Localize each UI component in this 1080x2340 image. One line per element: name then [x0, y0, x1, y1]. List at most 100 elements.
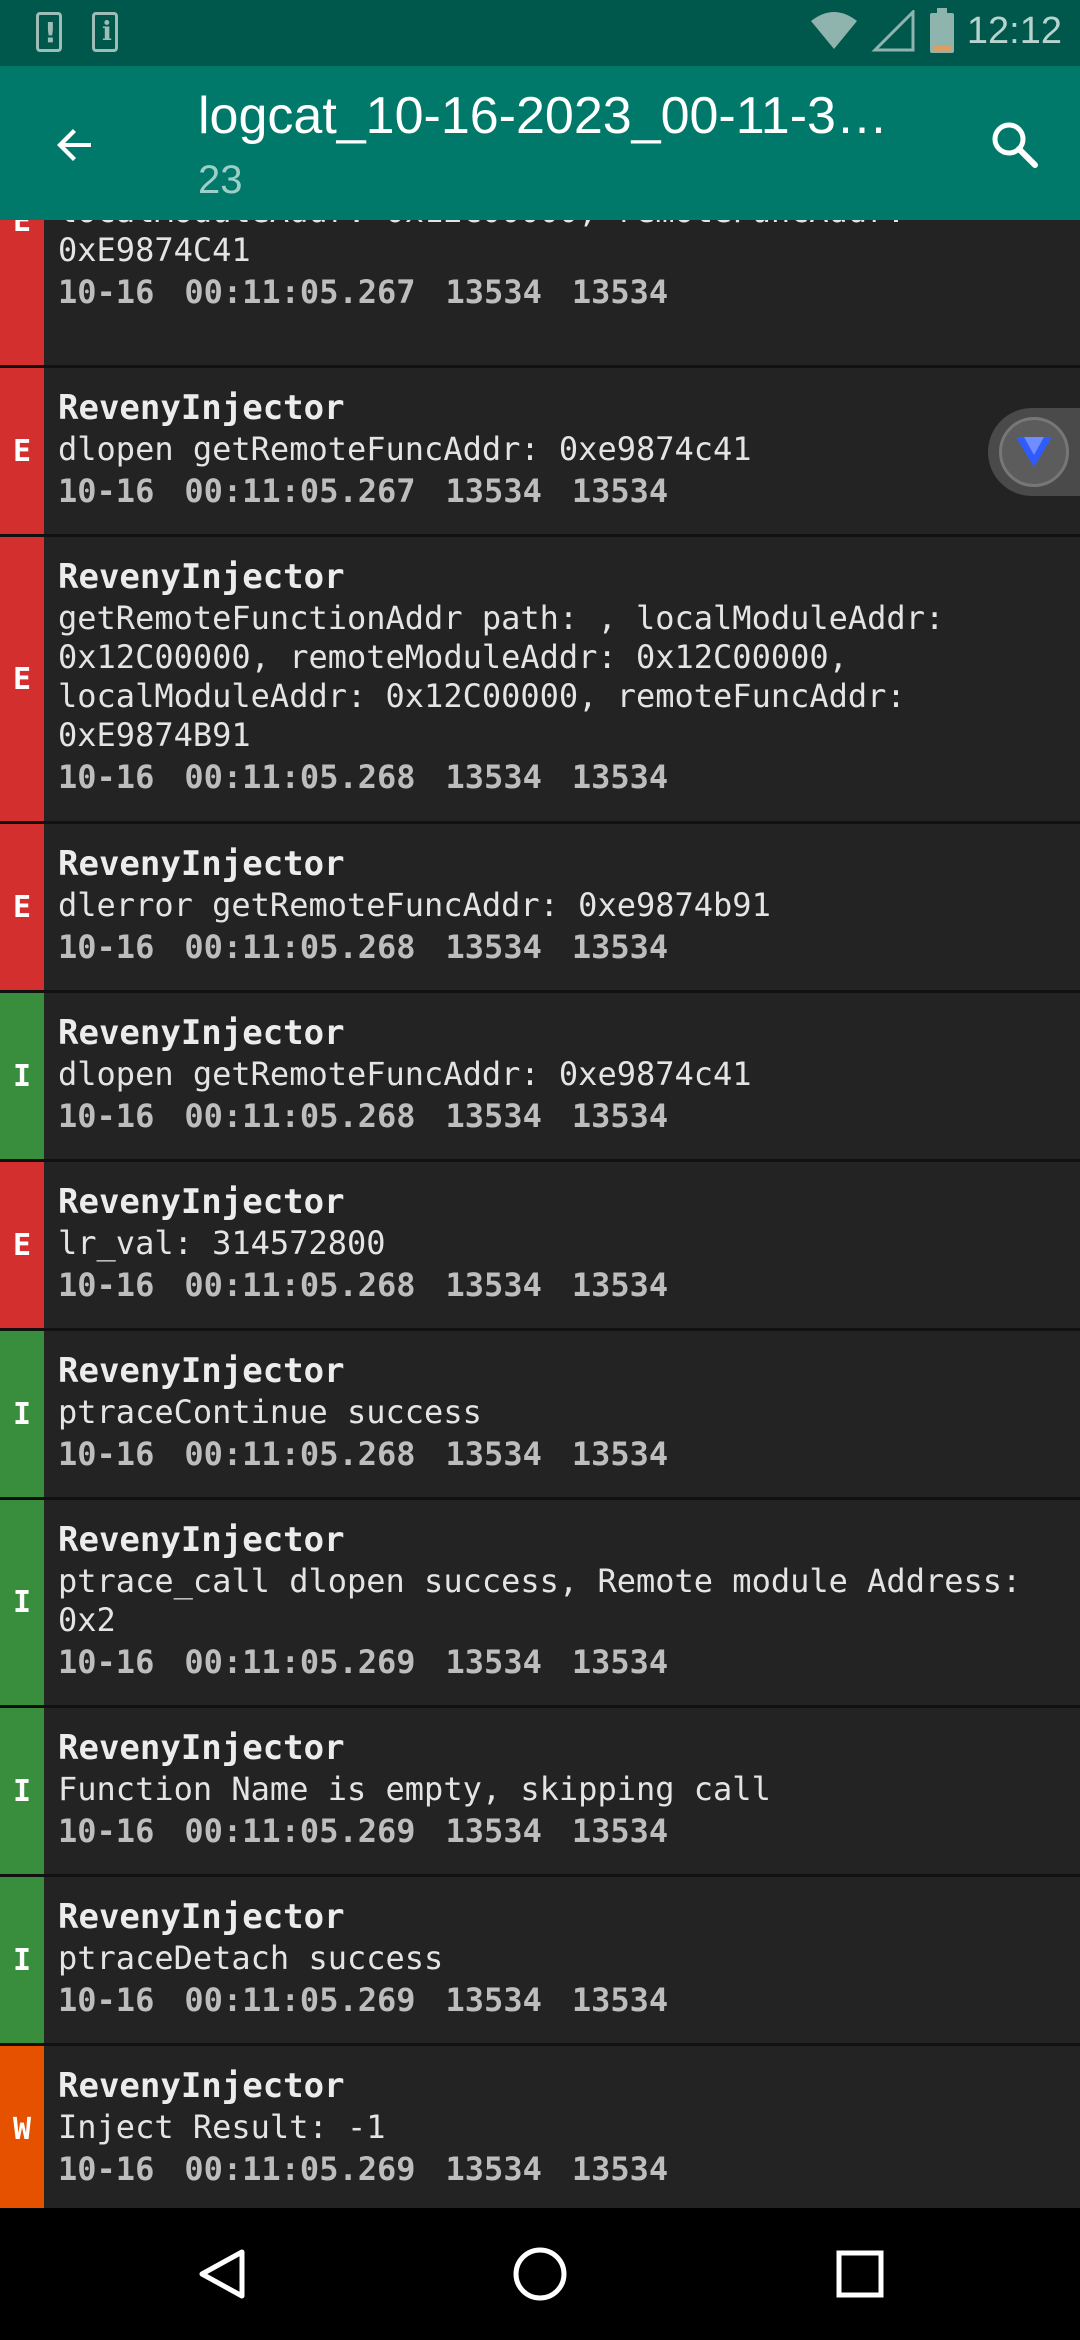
- log-time: 00:11:05.267: [184, 472, 416, 510]
- log-tag: RevenyInjector: [58, 2066, 345, 2106]
- log-entry[interactable]: E RevenyInjector lr_val: 314572800 10-16 00:…: [0, 1162, 1080, 1331]
- log-time: 00:11:05.269: [184, 1981, 416, 2019]
- log-date: 10-16: [58, 1435, 155, 1473]
- page-title: logcat_10-16-2023_00-11-3…: [198, 87, 888, 145]
- log-level-badge: E: [0, 824, 44, 990]
- log-message: ptraceDetach success: [58, 1939, 444, 1977]
- log-entry[interactable]: I RevenyInjector dlopen getRemoteFuncAddr:…: [0, 993, 1080, 1162]
- log-date: 10-16: [58, 1643, 155, 1681]
- log-entry-body: RevenyInjector lr_val: 314572800 10-16 00:1…: [58, 1180, 1060, 1307]
- log-tag: RevenyInjector: [58, 1182, 345, 1222]
- log-time: 00:11:05.269: [184, 1643, 416, 1681]
- log-time: 00:11:05.268: [184, 1266, 416, 1304]
- log-message: dlopen getRemoteFuncAddr: 0xe9874c41: [58, 1055, 752, 1093]
- log-entry[interactable]: I RevenyInjector Function Name is empty, s…: [0, 1708, 1080, 1877]
- status-bar: 12:12: [0, 0, 1080, 66]
- log-level-badge: W: [0, 2046, 44, 2208]
- log-date: 10-16: [58, 273, 155, 311]
- log-pid: 13534: [445, 1643, 542, 1681]
- log-meta: 10-16 00:11:05.268 13534 13534: [58, 755, 1060, 799]
- log-level-badge: E: [0, 1162, 44, 1328]
- log-meta: 10-16 00:11:05.269 13534 13534: [58, 2147, 1060, 2191]
- log-message: dlopen getRemoteFuncAddr: 0xe9874c41: [58, 430, 752, 468]
- log-date: 10-16: [58, 1097, 155, 1135]
- log-entry-body: RevenyInjector ptraceDetach success 10-16 0…: [58, 1895, 1060, 2022]
- log-tid: 13534: [571, 928, 669, 966]
- log-tid: 13534: [571, 1643, 669, 1681]
- status-time: 12:12: [966, 9, 1062, 52]
- log-entry[interactable]: W RevenyInjector Inject Result: -1 10-16 00:…: [0, 2046, 1080, 2208]
- log-entry-body: localModuleAddr: 0x12C00000, remoteFuncA…: [58, 220, 1060, 314]
- log-time: 00:11:05.269: [184, 1812, 416, 1850]
- log-meta: 10-16 00:11:05.267 13534 13534: [58, 270, 1060, 314]
- log-message: ptraceContinue success: [58, 1393, 482, 1431]
- log-entry[interactable]: I RevenyInjector ptraceDetach success 10-16…: [0, 1877, 1080, 2046]
- log-tag: RevenyInjector: [58, 1013, 345, 1053]
- log-level-badge: I: [0, 1500, 44, 1705]
- log-tid: 13534: [571, 1266, 669, 1304]
- log-tid: 13534: [571, 1812, 669, 1850]
- log-message: getRemoteFunctionAddr path: , localModul…: [58, 599, 945, 754]
- log-date: 10-16: [58, 928, 155, 966]
- log-date: 10-16: [58, 1266, 155, 1304]
- log-pid: 13534: [445, 273, 542, 311]
- log-tag: RevenyInjector: [58, 557, 345, 597]
- nav-back-button[interactable]: [182, 2234, 262, 2314]
- nav-home-button[interactable]: [500, 2234, 580, 2314]
- log-meta: 10-16 00:11:05.269 13534 13534: [58, 1640, 1060, 1684]
- log-entry[interactable]: I RevenyInjector ptraceContinue success 10-…: [0, 1331, 1080, 1500]
- log-list[interactable]: ElocalModuleAddr: 0x12C00000, remoteFunc…: [0, 220, 1080, 2208]
- log-meta: 10-16 00:11:05.268 13534 13534: [58, 925, 1060, 969]
- log-level-badge: I: [0, 1331, 44, 1497]
- back-button[interactable]: [40, 110, 110, 180]
- log-pid: 13534: [445, 928, 542, 966]
- log-entry[interactable]: E RevenyInjector dlerror getRemoteFuncAddr…: [0, 824, 1080, 993]
- log-level-badge: I: [0, 1708, 44, 1874]
- log-entry-body: RevenyInjector dlerror getRemoteFuncAddr:…: [58, 842, 1060, 969]
- nav-recents-button[interactable]: [820, 2234, 900, 2314]
- log-entry[interactable]: E RevenyInjector dlopen getRemoteFuncAddr:…: [0, 368, 1080, 537]
- log-time: 00:11:05.267: [184, 273, 416, 311]
- search-button[interactable]: [980, 110, 1050, 180]
- log-entry-body: RevenyInjector dlopen getRemoteFuncAddr: …: [58, 386, 1060, 513]
- log-tid: 13534: [571, 472, 669, 510]
- search-icon: [992, 122, 1038, 168]
- log-date: 10-16: [58, 2150, 155, 2188]
- log-pid: 13534: [445, 1812, 542, 1850]
- log-entry-body: RevenyInjector Function Name is empty, sk…: [58, 1726, 1060, 1853]
- log-entry[interactable]: E RevenyInjector getRemoteFunctionAddr pat…: [0, 537, 1080, 824]
- log-message: Inject Result: -1: [58, 2108, 386, 2146]
- log-pid: 13534: [445, 2150, 542, 2188]
- log-level-badge: I: [0, 1877, 44, 2043]
- log-meta: 10-16 00:11:05.268 13534 13534: [58, 1263, 1060, 1307]
- log-entry-body: RevenyInjector Inject Result: -1 10-16 00:1…: [58, 2064, 1060, 2191]
- log-message: lr_val: 314572800: [58, 1224, 386, 1262]
- nav-recents-icon: [836, 2250, 884, 2298]
- page-subtitle: 23: [198, 158, 243, 202]
- log-entry-body: RevenyInjector getRemoteFunctionAddr path…: [58, 555, 1060, 799]
- navigation-bar: [0, 2208, 1080, 2340]
- log-message: Function Name is empty, skipping call: [58, 1770, 771, 1808]
- log-time: 00:11:05.268: [184, 928, 416, 966]
- log-pid: 13534: [445, 1097, 542, 1135]
- log-level-badge: E: [0, 220, 44, 365]
- log-meta: 10-16 00:11:05.269 13534 13534: [58, 1809, 1060, 1853]
- info-icon: [92, 12, 118, 52]
- log-tid: 13534: [571, 758, 669, 796]
- log-entry[interactable]: I RevenyInjector ptrace_call dlopen succes…: [0, 1500, 1080, 1708]
- log-meta: 10-16 00:11:05.269 13534 13534: [58, 1978, 1060, 2022]
- log-tag: RevenyInjector: [58, 844, 345, 884]
- log-date: 10-16: [58, 1812, 155, 1850]
- log-pid: 13534: [445, 758, 542, 796]
- log-message: ptrace_call dlopen success, Remote modul…: [58, 1562, 1022, 1639]
- app-bar: logcat_10-16-2023_00-11-3… 23: [0, 66, 1080, 220]
- log-tid: 13534: [571, 1435, 669, 1473]
- log-entry[interactable]: ElocalModuleAddr: 0x12C00000, remoteFunc…: [0, 220, 1080, 368]
- log-date: 10-16: [58, 1981, 155, 2019]
- log-tag: RevenyInjector: [58, 1728, 345, 1768]
- nav-back-icon: [199, 2249, 245, 2299]
- log-time: 00:11:05.268: [184, 1097, 416, 1135]
- log-tid: 13534: [571, 2150, 669, 2188]
- log-pid: 13534: [445, 1435, 542, 1473]
- floating-overlay-button[interactable]: [988, 408, 1080, 496]
